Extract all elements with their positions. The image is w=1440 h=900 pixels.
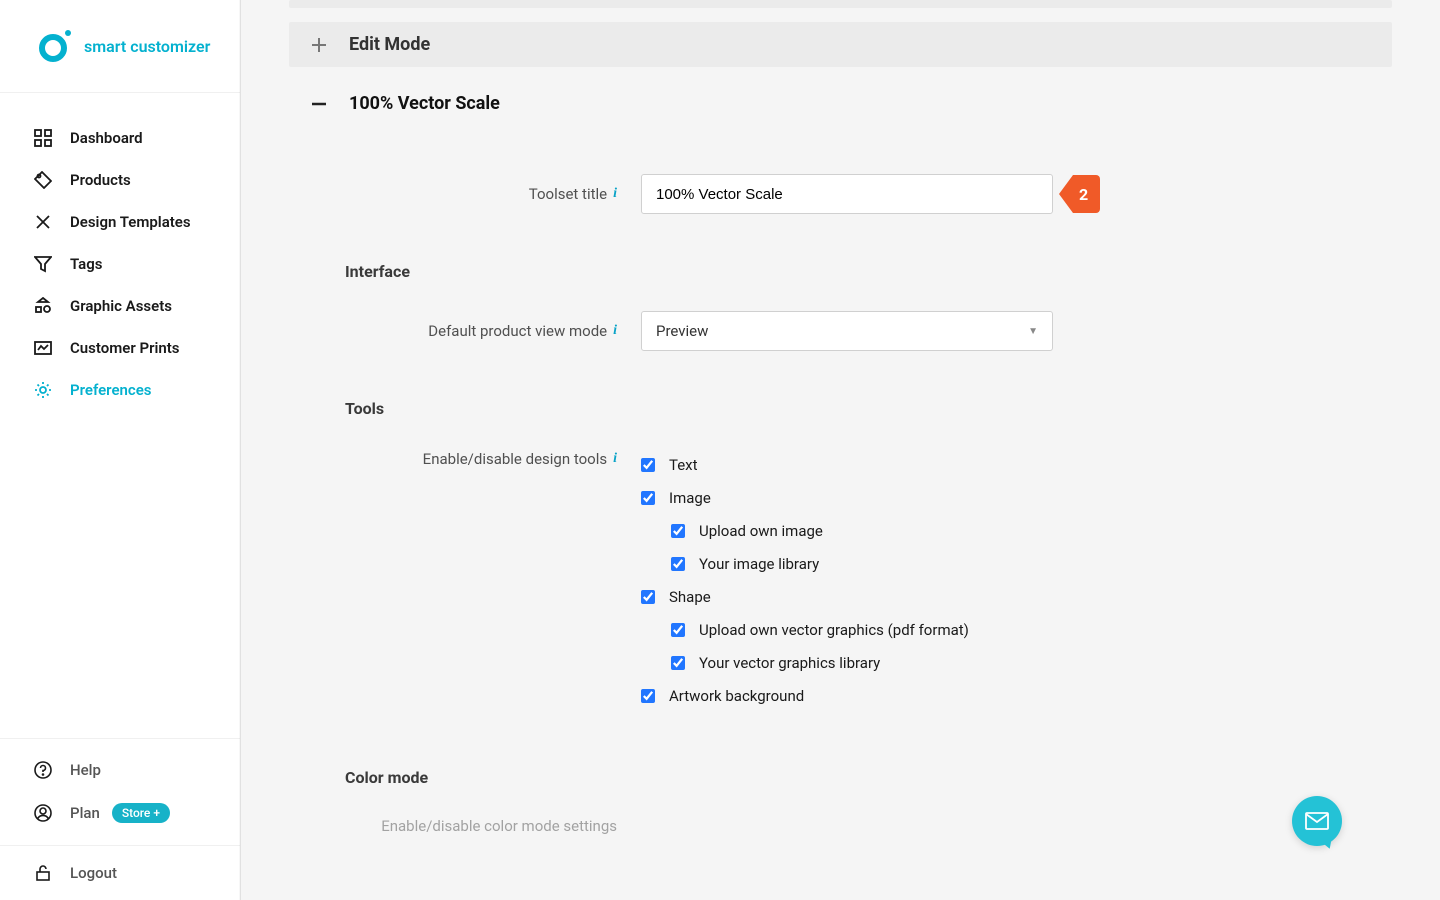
toolset-title-input[interactable]: [641, 174, 1053, 214]
sidebar-item-label: Logout: [70, 864, 117, 882]
sidebar-item-products[interactable]: Products: [0, 159, 240, 201]
section-tools: Tools: [345, 399, 1372, 418]
usage-badge-value: 2: [1073, 175, 1100, 213]
checkbox-label[interactable]: Your image library: [699, 555, 819, 573]
brand-name: smart customizer: [84, 37, 210, 56]
sidebar-item-plan[interactable]: Plan Store +: [0, 791, 240, 835]
contact-fab[interactable]: [1292, 796, 1342, 846]
gear-icon: [34, 381, 52, 399]
label-design-tools: Enable/disable design tools i: [345, 448, 617, 468]
dashboard-icon: [34, 129, 52, 147]
sidebar-item-label: Dashboard: [70, 129, 143, 147]
panel-title: Edit Mode: [349, 34, 430, 55]
sidebar-item-dashboard[interactable]: Dashboard: [0, 117, 240, 159]
chevron-down-icon: ▼: [1028, 326, 1038, 337]
checkbox-image[interactable]: [641, 491, 655, 505]
check-artwork-background: Artwork background: [641, 679, 969, 712]
label-color-mode-enable: Enable/disable color mode settings: [345, 817, 617, 835]
input-wrap-toolset-title: 2: [641, 174, 1053, 214]
row-design-tools: Enable/disable design tools i Text Image…: [345, 448, 1372, 712]
brand-logo[interactable]: smart customizer: [0, 0, 240, 93]
usage-badge: 2: [1059, 175, 1100, 213]
row-color-mode-enable: Enable/disable color mode settings: [345, 817, 1372, 835]
panel-title: 100% Vector Scale: [349, 93, 500, 114]
label-toolset-title: Toolset title i: [345, 185, 617, 203]
checkbox-your-image-library[interactable]: [671, 557, 685, 571]
templates-icon: [34, 213, 52, 231]
assets-icon: [34, 297, 52, 315]
prints-icon: [34, 339, 52, 357]
lock-icon: [34, 864, 52, 882]
info-icon[interactable]: i: [613, 451, 617, 467]
sidebar-bottom: Help Plan Store + Logout: [0, 738, 240, 900]
section-color-mode: Color mode: [345, 768, 1372, 787]
plus-icon: [309, 35, 329, 55]
sidebar-item-label: Design Templates: [70, 213, 191, 231]
panel-header-vector-scale[interactable]: 100% Vector Scale: [289, 81, 1392, 126]
sidebar-item-tags[interactable]: Tags: [0, 243, 240, 285]
checkbox-shape[interactable]: [641, 590, 655, 604]
check-your-image-library: Your image library: [671, 547, 969, 580]
sidebar-item-label: Tags: [70, 255, 103, 273]
user-icon: [34, 804, 52, 822]
sidebar-item-customer-prints[interactable]: Customer Prints: [0, 327, 240, 369]
form-area: Toolset title i 2 Interface Default prod…: [289, 126, 1392, 889]
checkbox-upload-own-image[interactable]: [671, 524, 685, 538]
sidebar-item-label: Customer Prints: [70, 339, 180, 357]
select-wrap-view-mode: Preview ▼: [641, 311, 1053, 351]
checkbox-label[interactable]: Upload own vector graphics (pdf format): [699, 621, 969, 639]
plan-badge: Store +: [112, 803, 170, 823]
panel-edit-mode: Edit Mode: [289, 22, 1392, 67]
mail-icon: [1305, 812, 1329, 830]
row-toolset-title: Toolset title i 2: [345, 174, 1372, 214]
check-text: Text: [641, 448, 969, 481]
sidebar-nav: Dashboard Products Design Templates Tags…: [0, 93, 240, 738]
check-shape: Shape: [641, 580, 969, 613]
checkbox-label[interactable]: Image: [669, 489, 711, 507]
sidebar-item-design-templates[interactable]: Design Templates: [0, 201, 240, 243]
sidebar-item-label: Preferences: [70, 381, 152, 399]
design-tools-list: Text Image Upload own image Your image l…: [641, 448, 969, 712]
row-view-mode: Default product view mode i Preview ▼: [345, 311, 1372, 351]
panel-vector-scale: 100% Vector Scale Toolset title i 2 Int: [289, 81, 1392, 889]
sidebar-item-label: Help: [70, 761, 101, 779]
info-icon[interactable]: i: [613, 323, 617, 339]
checkbox-label[interactable]: Artwork background: [669, 687, 804, 705]
check-image: Image: [641, 481, 969, 514]
main-content: Edit Mode 100% Vector Scale Toolset titl…: [241, 0, 1440, 900]
minus-icon: [309, 94, 329, 114]
view-mode-select[interactable]: Preview ▼: [641, 311, 1053, 351]
sidebar-item-graphic-assets[interactable]: Graphic Assets: [0, 285, 240, 327]
checkbox-label[interactable]: Shape: [669, 588, 711, 606]
info-icon[interactable]: i: [613, 186, 617, 202]
sidebar-item-logout[interactable]: Logout: [0, 846, 240, 900]
check-upload-vector: Upload own vector graphics (pdf format): [671, 613, 969, 646]
sidebar: smart customizer Dashboard Products Desi…: [0, 0, 241, 900]
sidebar-item-preferences[interactable]: Preferences: [0, 369, 240, 411]
checkbox-artwork-background[interactable]: [641, 689, 655, 703]
filter-icon: [34, 255, 52, 273]
checkbox-label[interactable]: Upload own image: [699, 522, 823, 540]
panel-header-edit-mode[interactable]: Edit Mode: [289, 22, 1392, 67]
logo-icon: [36, 28, 72, 64]
panel-collapsed-top[interactable]: [289, 0, 1392, 8]
sidebar-item-help[interactable]: Help: [0, 749, 240, 791]
check-upload-own-image: Upload own image: [671, 514, 969, 547]
sidebar-item-label: Products: [70, 171, 131, 189]
sidebar-item-label: Plan: [70, 804, 100, 822]
checkbox-upload-vector[interactable]: [671, 623, 685, 637]
tag-icon: [34, 171, 52, 189]
sidebar-item-label: Graphic Assets: [70, 297, 172, 315]
section-interface: Interface: [345, 262, 1372, 281]
checkbox-your-vector-library[interactable]: [671, 656, 685, 670]
checkbox-label[interactable]: Your vector graphics library: [699, 654, 880, 672]
label-view-mode: Default product view mode i: [345, 322, 617, 340]
select-value: Preview: [656, 322, 708, 340]
checkbox-text[interactable]: [641, 458, 655, 472]
checkbox-label[interactable]: Text: [669, 456, 698, 474]
check-your-vector-library: Your vector graphics library: [671, 646, 969, 679]
help-icon: [34, 761, 52, 779]
